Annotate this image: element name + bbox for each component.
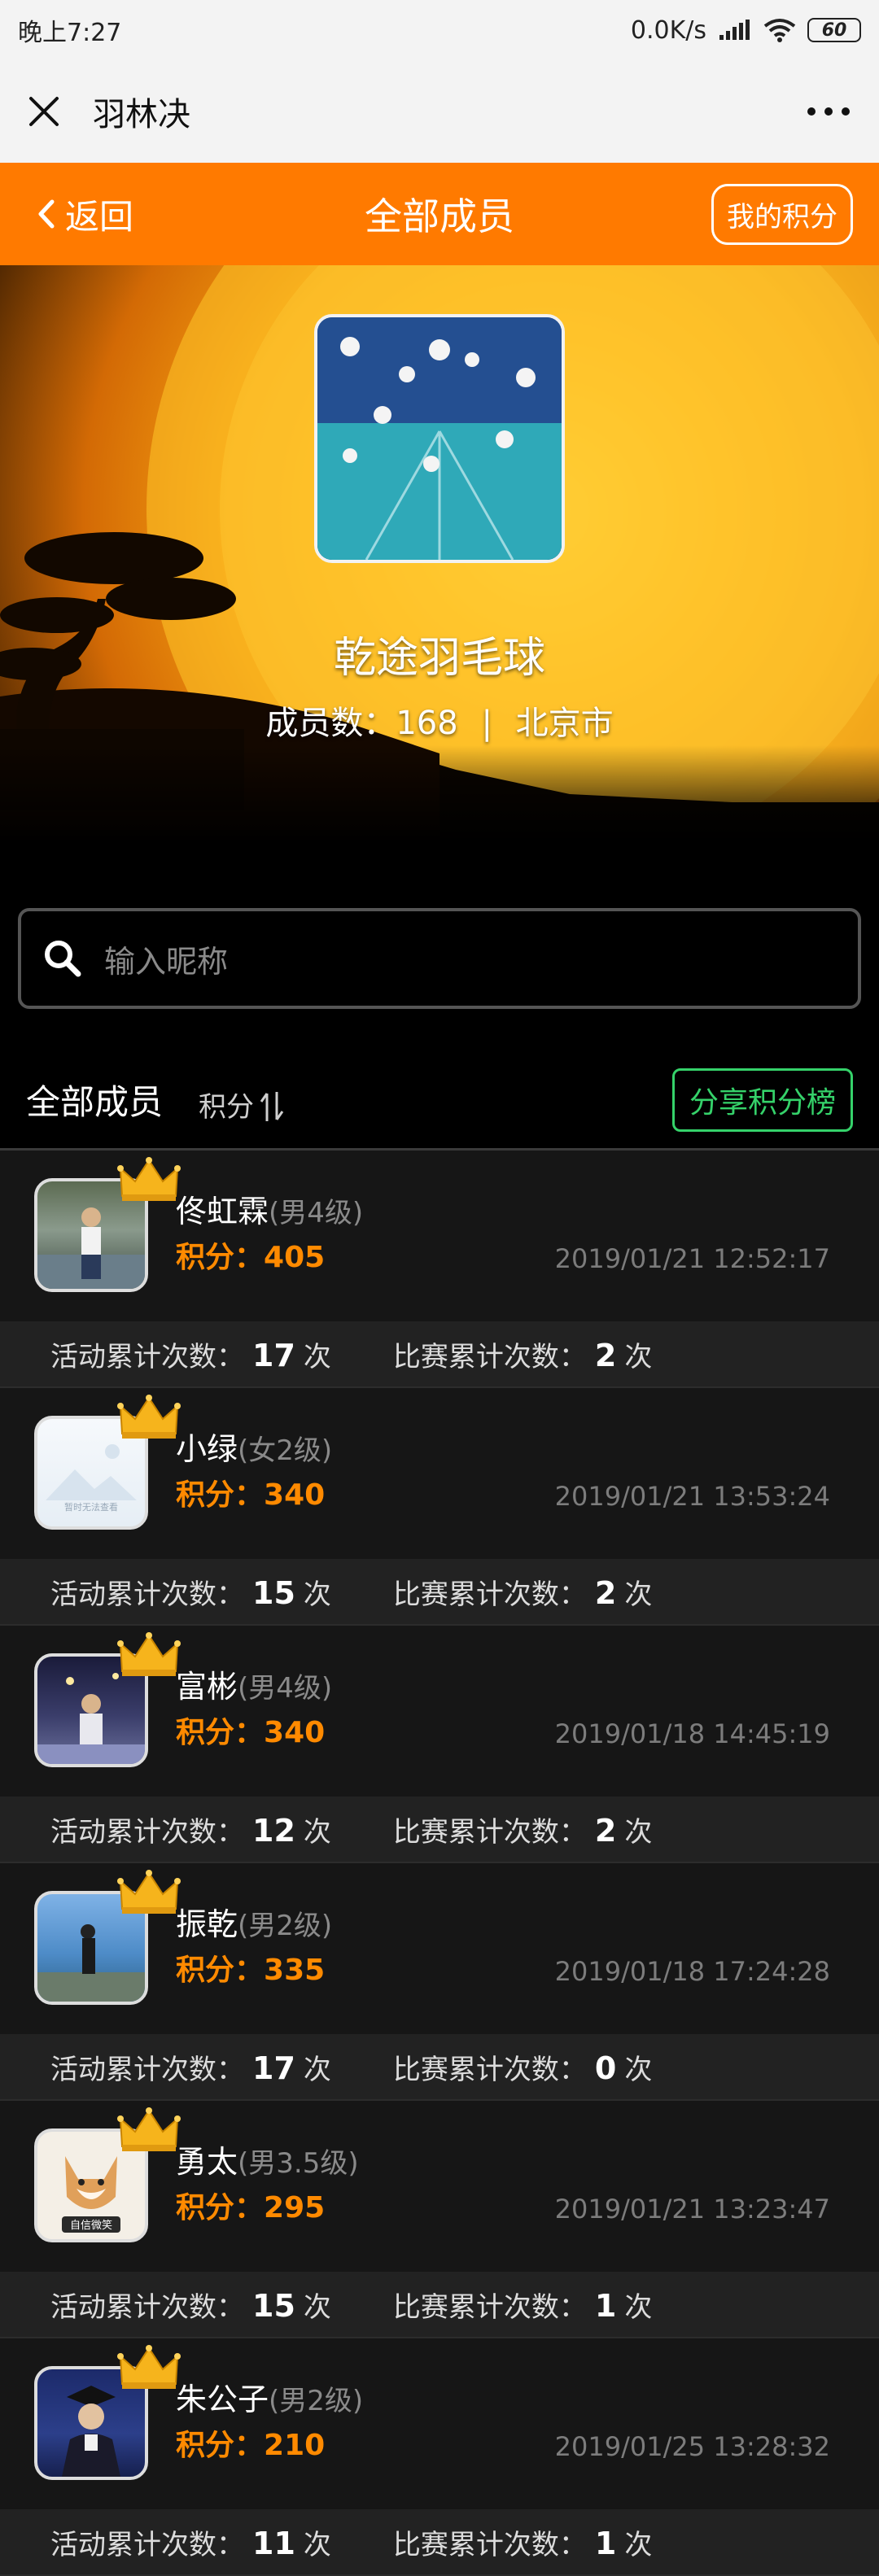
close-icon[interactable] [28, 95, 60, 128]
activity-count: 活动累计次数： 15 次 [50, 1574, 331, 1611]
app-title-bar: 羽林决 [0, 60, 879, 163]
activity-count: 活动累计次数： 11 次 [50, 2525, 331, 2561]
member-name: 富彬 [176, 1669, 238, 1705]
member-name-row: 小绿(女2级) [176, 1424, 332, 1469]
group-city: 北京市 [515, 705, 614, 742]
match-count: 比赛累计次数： 0 次 [392, 2050, 653, 2086]
match-count: 比赛累计次数： 1 次 [392, 2525, 653, 2561]
badminton-court-image [317, 317, 562, 560]
sort-label: 积分 [199, 1091, 255, 1124]
crown-icon [117, 1632, 181, 1676]
member-list-header: 全部成员 积分 分享积分榜 [0, 1051, 879, 1150]
wifi-icon [763, 19, 796, 42]
member-last-active: 2019/01/21 13:53:24 [554, 1481, 830, 1512]
chevron-left-icon [38, 199, 55, 229]
match-count: 比赛累计次数： 2 次 [392, 1337, 653, 1373]
member-points: 积分：210 [176, 2429, 326, 2462]
member-points: 积分：405 [176, 1241, 326, 1274]
activity-count: 活动累计次数： 15 次 [50, 2287, 331, 2324]
member-card[interactable]: 暂时无法查看 小绿(女2级) 积分：340 2019/01/21 13:53:2… [0, 1388, 879, 1559]
member-level: (男4级) [269, 1197, 364, 1229]
member-stats: 活动累计次数： 15 次 比赛累计次数： 2 次 [0, 1559, 879, 1626]
signal-icon [719, 20, 750, 40]
crown-icon [117, 1157, 181, 1201]
app-title: 羽林决 [93, 96, 190, 133]
member-name: 小绿 [176, 1431, 238, 1467]
member-last-active: 2019/01/18 17:24:28 [554, 1956, 830, 1987]
search-placeholder: 输入昵称 [104, 943, 229, 980]
group-logo[interactable] [314, 314, 565, 563]
status-time: 晚上7:27 [18, 19, 122, 47]
member-last-active: 2019/01/21 12:52:17 [554, 1243, 830, 1274]
activity-count: 活动累计次数： 17 次 [50, 2050, 331, 2086]
network-speed: 0.0K/s [630, 15, 706, 45]
match-count: 比赛累计次数： 1 次 [392, 2287, 653, 2324]
member-name-row: 振乾(男2级) [176, 1899, 332, 1944]
page-header: 返回 全部成员 我的积分 [0, 163, 879, 265]
sort-by-points-button[interactable]: 积分 [199, 1085, 286, 1124]
member-level: (女2级) [238, 1434, 333, 1467]
activity-count: 活动累计次数： 17 次 [50, 1337, 331, 1373]
section-title: 全部成员 [26, 1082, 164, 1122]
crown-icon [117, 2345, 181, 2389]
group-meta: 成员数：168 | 北京市 [265, 705, 614, 742]
member-points: 积分：340 [176, 1716, 326, 1749]
member-count: 168 [396, 705, 458, 742]
member-level: (男4级) [238, 1672, 333, 1705]
member-name: 勇太 [176, 2144, 238, 2180]
crown-icon [117, 1395, 181, 1439]
search-input[interactable]: 输入昵称 [18, 908, 861, 1009]
crown-icon [117, 2107, 181, 2151]
member-name-row: 朱公子(男2级) [176, 2374, 363, 2419]
match-count: 比赛累计次数： 2 次 [392, 1812, 653, 1849]
member-card[interactable]: 富彬(男4级) 积分：340 2019/01/18 14:45:19 [0, 1626, 879, 1797]
member-name-row: 佟虹霖(男4级) [176, 1186, 363, 1231]
member-last-active: 2019/01/25 13:28:32 [554, 2431, 830, 2462]
status-indicators: 0.0K/s 60 [631, 16, 861, 45]
avatar-caption: 自信微笑 [70, 2219, 112, 2232]
activity-count: 活动累计次数： 12 次 [50, 1812, 331, 1849]
member-name: 佟虹霖 [176, 1194, 269, 1229]
member-card[interactable]: 佟虹霖(男4级) 积分：405 2019/01/21 12:52:17 [0, 1150, 879, 1321]
member-stats: 活动累计次数： 12 次 比赛累计次数： 2 次 [0, 1797, 879, 1863]
member-stats: 活动累计次数： 17 次 比赛累计次数： 2 次 [0, 1321, 879, 1388]
member-last-active: 2019/01/21 13:23:47 [554, 2194, 830, 2225]
member-level: (男2级) [269, 2385, 364, 2417]
member-stats: 活动累计次数： 17 次 比赛累计次数： 0 次 [0, 2034, 879, 2101]
member-stats: 活动累计次数： 11 次 比赛累计次数： 1 次 [0, 2509, 879, 2576]
member-count-label: 成员数 [265, 705, 364, 742]
my-points-button[interactable]: 我的积分 [711, 183, 853, 245]
member-last-active: 2019/01/18 14:45:19 [554, 1718, 830, 1749]
member-name-row: 富彬(男4级) [176, 1661, 332, 1706]
group-name: 乾途羽毛球 [333, 634, 545, 683]
member-points: 积分：335 [176, 1954, 326, 1987]
banner-shadow [0, 745, 879, 884]
avatar-caption: 暂时无法查看 [64, 1501, 118, 1513]
sort-icon [260, 1092, 284, 1121]
member-card[interactable]: 自信微笑 勇太(男3.5级) 积分：295 2019/01/21 13:23:4… [0, 2101, 879, 2272]
meta-separator: | [481, 705, 492, 742]
member-points: 积分：295 [176, 2191, 326, 2225]
match-count: 比赛累计次数： 2 次 [392, 1574, 653, 1611]
status-bar: 晚上7:27 0.0K/s 60 [0, 0, 879, 60]
more-icon[interactable] [806, 106, 851, 117]
member-card[interactable]: 振乾(男2级) 积分：335 2019/01/18 17:24:28 [0, 1863, 879, 2034]
member-points: 积分：340 [176, 1478, 326, 1512]
battery-icon: 60 [807, 18, 861, 42]
member-card[interactable]: 朱公子(男2级) 积分：210 2019/01/25 13:28:32 [0, 2338, 879, 2509]
share-ranking-button[interactable]: 分享积分榜 [671, 1068, 853, 1132]
member-name: 朱公子 [176, 2382, 269, 2417]
member-level: (男3.5级) [238, 2147, 359, 2180]
member-stats: 活动累计次数： 15 次 比赛累计次数： 1 次 [0, 2272, 879, 2338]
search-icon [45, 941, 81, 977]
member-name: 振乾 [176, 1906, 238, 1942]
back-label: 返回 [65, 196, 134, 237]
member-name-row: 勇太(男3.5级) [176, 2137, 359, 2181]
back-button[interactable]: 返回 [36, 190, 133, 239]
member-level: (男2级) [238, 1910, 333, 1942]
group-banner: 乾途羽毛球 成员数：168 | 北京市 [0, 265, 879, 884]
crown-icon [117, 1870, 181, 1914]
